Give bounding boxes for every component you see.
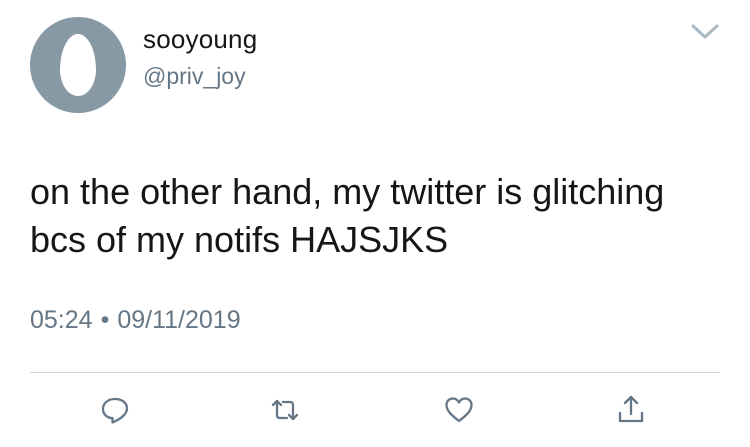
heart-icon: [445, 397, 473, 423]
display-name[interactable]: sooyoung: [143, 23, 257, 55]
tweet-text: on the other hand, my twitter is glitchi…: [30, 171, 665, 260]
like-button[interactable]: [442, 393, 476, 427]
tweet-time: 05:24: [30, 306, 93, 334]
chevron-down-icon[interactable]: [690, 21, 720, 43]
tweet-timestamp[interactable]: 05:24 • 09/11/2019: [30, 303, 241, 337]
retweet-icon: [271, 399, 299, 421]
user-info[interactable]: sooyoung @priv_joy: [143, 23, 257, 93]
avatar[interactable]: [30, 17, 126, 113]
reply-button[interactable]: [98, 393, 132, 427]
reply-icon: [101, 397, 129, 424]
share-button[interactable]: [614, 393, 648, 427]
user-handle[interactable]: @priv_joy: [143, 59, 257, 93]
separator-dot: •: [100, 306, 110, 334]
action-bar: [0, 393, 750, 433]
tweet-card: sooyoung @priv_joy on the other hand, my…: [0, 0, 750, 447]
tweet-date: 09/11/2019: [117, 306, 241, 334]
retweet-button[interactable]: [268, 393, 302, 427]
divider: [30, 372, 720, 373]
tweet-header: sooyoung @priv_joy: [30, 17, 720, 113]
egg-icon: [60, 34, 96, 96]
share-icon: [618, 395, 644, 423]
